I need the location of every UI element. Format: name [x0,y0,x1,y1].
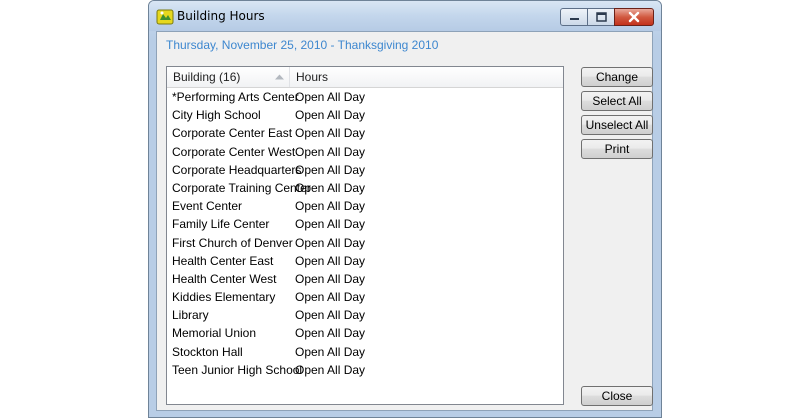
building-name: Corporate Headquarters [172,162,302,177]
date-label: Thursday, November 25, 2010 - Thanksgivi… [166,38,439,52]
building-hours: Open All Day [295,126,366,141]
select-all-button[interactable]: Select All [581,91,653,111]
building-hours: Open All Day [295,217,366,232]
building-hours: Open All Day [295,90,366,104]
building-hours-window: Building Hours Thursday, November 25, 20… [148,0,662,418]
building-hours: Open All Day [295,271,366,286]
building-hours: Open All Day [295,199,366,214]
close-window-button[interactable] [614,8,654,26]
table-row[interactable]: First Church of Denver Open All Day [167,234,563,252]
table-row[interactable]: Event Center Open All Day [167,197,563,215]
building-name: Corporate Center West [172,144,296,159]
table-row[interactable]: Stockton Hall Open All Day [167,343,563,361]
building-name: Library [172,308,209,323]
minimize-button[interactable] [560,8,588,26]
dialog-client-area: Thursday, November 25, 2010 - Thanksgivi… [156,31,653,411]
app-icon [156,8,174,26]
list-header: Building (16) Hours [167,67,563,88]
title-bar[interactable]: Building Hours [149,1,661,31]
building-name: Health Center East [172,253,274,268]
building-hours: Open All Day [295,308,366,323]
table-row[interactable]: City High School Open All Day [167,106,563,124]
window-title: Building Hours [177,9,265,23]
unselect-all-button[interactable]: Unselect All [581,115,653,135]
building-name: Family Life Center [172,217,270,232]
building-hours: Open All Day [295,235,366,250]
building-name: First Church of Denver [172,235,293,250]
print-button[interactable]: Print [581,139,653,159]
building-hours: Open All Day [295,326,366,341]
column-header-hours[interactable]: Hours [290,67,563,87]
table-row[interactable]: Library Open All Day [167,306,563,324]
building-name: Health Center West [172,271,277,286]
column-header-building[interactable]: Building (16) [167,67,290,87]
column-header-building-label: Building (16) [173,70,241,84]
building-name: Teen Junior High School [172,362,303,377]
close-button[interactable]: Close [581,386,653,406]
building-name: Memorial Union [172,326,257,341]
table-row[interactable]: *Performing Arts Center Open All Day [167,88,563,106]
table-row[interactable]: Memorial Union Open All Day [167,324,563,342]
building-hours: Open All Day [295,108,366,123]
building-hours: Open All Day [295,144,366,159]
building-name: Kiddies Elementary [172,290,276,305]
table-row[interactable]: Corporate Center West Open All Day [167,143,563,161]
close-icon [628,11,640,23]
table-row[interactable]: Corporate Training Center Open All Day [167,179,563,197]
building-name: City High School [172,108,261,123]
table-row[interactable]: Health Center West Open All Day [167,270,563,288]
table-row[interactable]: Teen Junior High School Open All Day [167,361,563,379]
building-hours-list[interactable]: Building (16) Hours *Performing Arts Cen… [166,66,564,405]
building-name: Stockton Hall [172,344,243,359]
table-row[interactable]: Family Life Center Open All Day [167,215,563,233]
building-name: Event Center [172,199,243,214]
building-hours: Open All Day [295,253,366,268]
building-name: Corporate Center East [172,126,293,141]
maximize-icon [596,12,607,22]
change-button[interactable]: Change [581,67,653,87]
table-row[interactable]: Corporate Center East Open All Day [167,124,563,142]
building-name: Corporate Training Center [172,180,311,195]
maximize-button[interactable] [587,8,615,26]
building-hours: Open All Day [295,344,366,359]
minimize-icon [570,18,579,20]
table-row[interactable]: Corporate Headquarters Open All Day [167,161,563,179]
list-rows: *Performing Arts Center Open All Day City … [167,88,563,379]
table-row[interactable]: Kiddies Elementary Open All Day [167,288,563,306]
building-name: *Performing Arts Center [172,90,299,104]
building-hours: Open All Day [295,180,366,195]
table-row[interactable]: Health Center East Open All Day [167,252,563,270]
sort-ascending-icon [275,74,284,80]
building-hours: Open All Day [295,162,366,177]
building-hours: Open All Day [295,362,366,377]
column-header-hours-label: Hours [296,70,329,84]
building-hours: Open All Day [295,290,366,305]
